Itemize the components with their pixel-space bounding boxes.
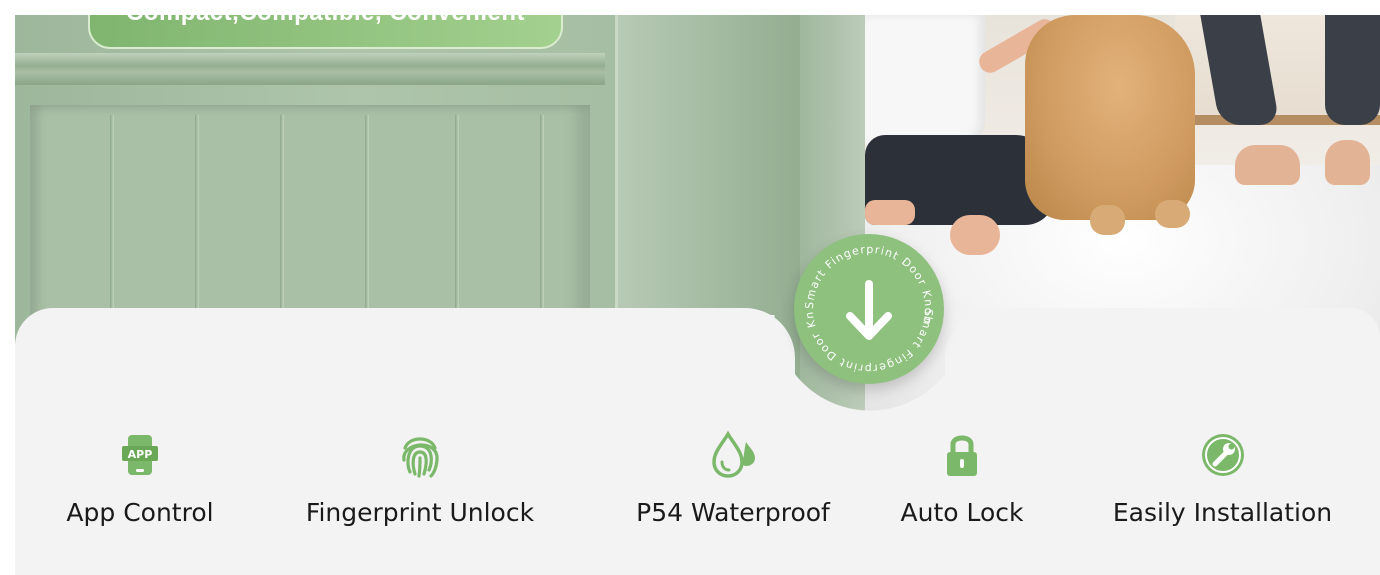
feature-list: APP App Control Fingerprint Unlock P54 W… — [15, 415, 1380, 575]
svg-text:APP: APP — [128, 448, 153, 461]
feature-easy-installation: Easily Installation — [1105, 430, 1340, 527]
padlock-icon — [947, 435, 977, 476]
golden-retriever — [1025, 15, 1195, 220]
adult-foot — [1235, 145, 1300, 185]
dog-paw — [1155, 200, 1190, 228]
child-foot — [865, 200, 915, 225]
feature-label: P54 Waterproof — [636, 498, 830, 527]
product-banner: Compact,Compatible, Convenient Smart Fin… — [15, 15, 1380, 575]
feature-auto-lock: Auto Lock — [887, 430, 1037, 527]
adult-leg — [1325, 15, 1380, 125]
fingerprint-icon — [402, 437, 439, 478]
feature-label: Fingerprint Unlock — [305, 498, 535, 527]
arrow-down-icon — [846, 280, 892, 340]
child-shirt — [865, 15, 985, 150]
app-phone-icon: APP — [122, 435, 158, 475]
adult-foot — [1325, 140, 1370, 185]
feature-label: App Control — [66, 498, 214, 527]
dog-paw — [1090, 205, 1125, 235]
badge-graphic: Smart Fingerprint Door Knob Smart Finger… — [794, 234, 934, 375]
feature-app-control: APP App Control — [50, 430, 230, 527]
scroll-down-badge[interactable]: Smart Fingerprint Door Knob Smart Finger… — [794, 234, 944, 384]
wrench-icon — [1201, 434, 1244, 476]
slogan-pill: Compact,Compatible, Convenient — [88, 15, 563, 49]
feature-fingerprint-unlock: Fingerprint Unlock — [295, 430, 545, 527]
child-foot — [950, 215, 1000, 255]
feature-waterproof: P54 Waterproof — [623, 430, 843, 527]
feature-label: Auto Lock — [900, 498, 1024, 527]
water-drop-icon — [712, 430, 755, 478]
door-rail — [15, 53, 605, 85]
feature-label: Easily Installation — [1112, 498, 1333, 527]
